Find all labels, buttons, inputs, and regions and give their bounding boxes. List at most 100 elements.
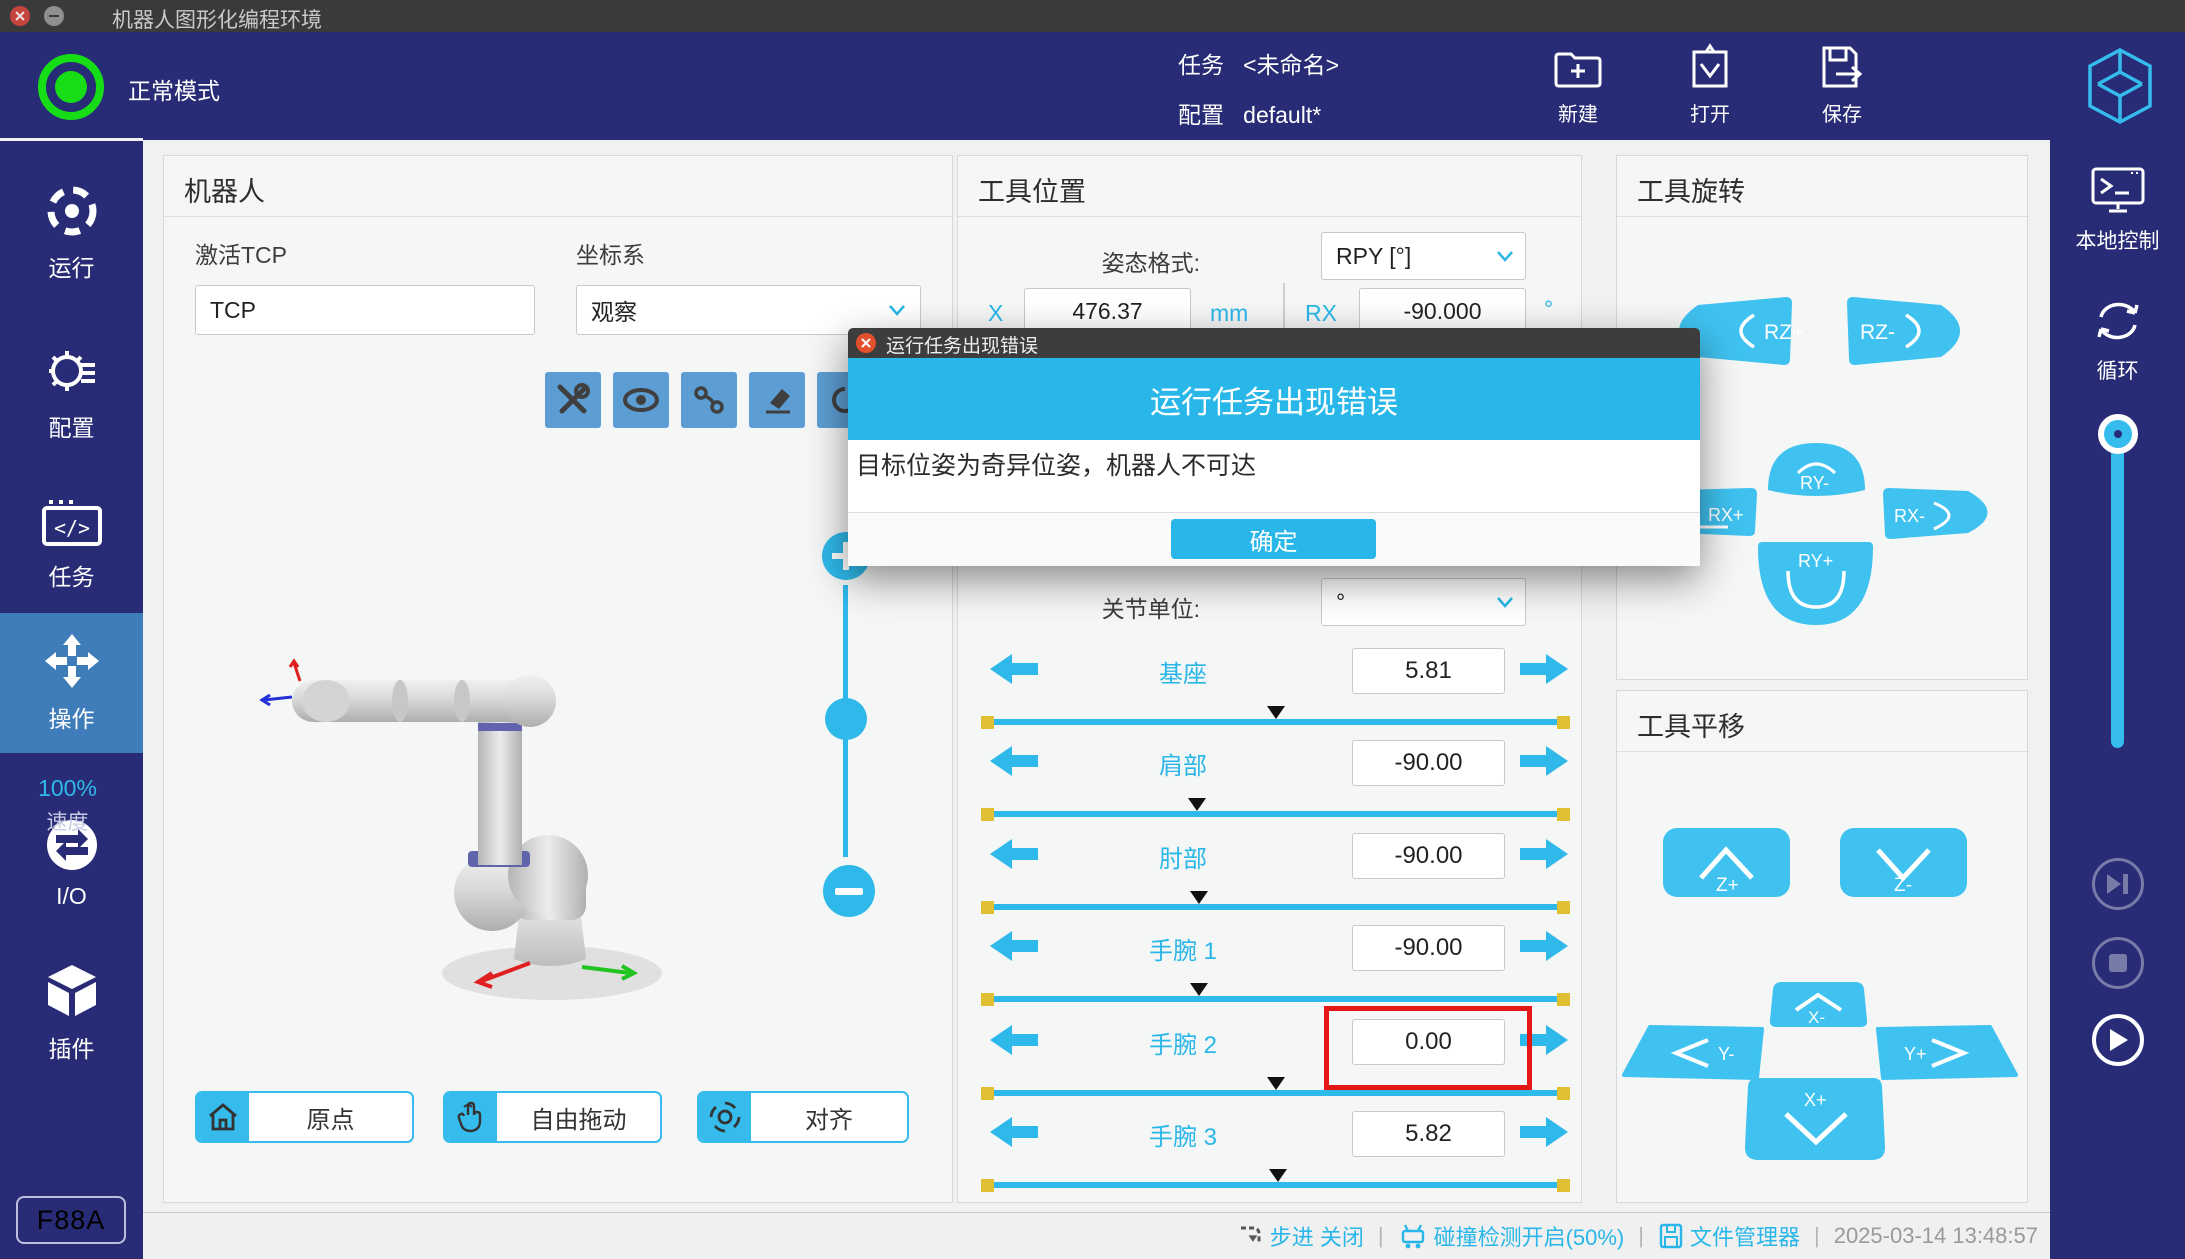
x-minus-button[interactable]: X- — [1770, 982, 1867, 1027]
collision-status[interactable]: 碰撞检测开启(50%) — [1398, 1220, 1625, 1252]
freedrive-button[interactable]: 自由拖动 — [443, 1091, 662, 1143]
move-arrows-icon — [43, 632, 101, 690]
pose-format-select[interactable]: RPY [°] — [1321, 232, 1526, 280]
joint-plus-arrow[interactable] — [1520, 837, 1568, 871]
ry-plus-button[interactable]: RY+ — [1758, 542, 1873, 625]
joint-slider-track[interactable] — [983, 811, 1568, 817]
joint-value-input[interactable]: 5.81 — [1352, 648, 1505, 694]
file-manager-link[interactable]: 文件管理器 — [1658, 1220, 1800, 1252]
view-zoom-handle[interactable] — [825, 698, 867, 740]
joint-slider[interactable] — [983, 806, 1568, 822]
open-task-button[interactable]: 打开 — [1655, 42, 1765, 127]
speed-label: 速度 — [0, 806, 135, 836]
z-minus-button[interactable]: Z- — [1840, 828, 1967, 897]
view-tools-button[interactable] — [545, 372, 601, 428]
loop-button[interactable]: 循环 — [2050, 295, 2185, 385]
joint-slider-track[interactable] — [983, 1182, 1568, 1188]
badge-char: 8 — [70, 1205, 86, 1236]
x-plus-button[interactable]: X+ — [1745, 1078, 1885, 1160]
y-minus-button[interactable]: Y- — [1624, 1027, 1762, 1078]
joint-minus-arrow[interactable] — [990, 1023, 1038, 1057]
svg-text:X-: X- — [1808, 1008, 1825, 1027]
joint-plus-arrow[interactable] — [1520, 652, 1568, 686]
sidebar-label: 插件 — [49, 1030, 95, 1064]
joint-slider-end — [981, 1179, 994, 1192]
z-plus-button[interactable]: Z+ — [1663, 828, 1790, 897]
joint-slider-marker[interactable] — [1190, 891, 1208, 904]
joint-slider-track[interactable] — [983, 996, 1568, 1002]
joint-slider-marker[interactable] — [1269, 1169, 1287, 1182]
robot-3d-view[interactable] — [230, 575, 750, 1015]
speed-slider-track[interactable] — [2111, 448, 2124, 748]
dialog-footer: 确定 — [848, 512, 1700, 566]
y-plus-button[interactable]: Y+ — [1878, 1027, 2016, 1078]
cube-icon — [44, 962, 100, 1020]
speed-slider-handle[interactable] — [2098, 414, 2138, 454]
tcp-input[interactable] — [195, 285, 535, 335]
play-button[interactable] — [2092, 1014, 2144, 1066]
path-points-icon — [692, 383, 726, 417]
new-task-button[interactable]: 新建 — [1523, 42, 1633, 127]
joint-minus-arrow[interactable] — [990, 1115, 1038, 1149]
run-icon — [44, 183, 100, 239]
joint-minus-arrow[interactable] — [990, 929, 1038, 963]
joint-plus-arrow[interactable] — [1520, 744, 1568, 778]
joint-minus-arrow[interactable] — [990, 744, 1038, 778]
local-control-button[interactable]: 本地控制 — [2050, 165, 2185, 255]
view-erase-button[interactable] — [749, 372, 805, 428]
save-task-button[interactable]: 保存 — [1787, 42, 1897, 127]
sidebar-item-task[interactable]: </> 任务 — [0, 475, 143, 615]
stop-button[interactable] — [2092, 937, 2144, 989]
config-value: default* — [1243, 102, 1321, 128]
step-status[interactable]: 步进 关闭 — [1238, 1220, 1364, 1252]
joint-value-input[interactable]: -90.00 — [1352, 740, 1505, 786]
joint-slider-track[interactable] — [983, 719, 1568, 725]
joint-unit-select[interactable]: ° — [1321, 578, 1526, 626]
robot-model-badge[interactable]: F 8 8 A — [16, 1196, 126, 1244]
view-visibility-button[interactable] — [613, 372, 669, 428]
view-trajectory-button[interactable] — [681, 372, 737, 428]
ry-minus-button[interactable]: RY- — [1768, 443, 1865, 496]
window-close-icon[interactable] — [10, 6, 30, 26]
joint-slider-track[interactable] — [983, 1090, 1568, 1096]
play-icon — [2106, 1027, 2130, 1053]
joint-slider-marker[interactable] — [1267, 1077, 1285, 1090]
joint-slider-marker[interactable] — [1267, 706, 1285, 719]
joint-slider-end — [1557, 993, 1570, 1006]
joint-slider-track[interactable] — [983, 904, 1568, 910]
dialog-ok-button[interactable]: 确定 — [1171, 519, 1376, 559]
joint-slider-marker[interactable] — [1188, 798, 1206, 811]
rz-minus-button[interactable]: RZ- — [1847, 297, 1960, 365]
open-icon — [1684, 42, 1736, 98]
window-minimize-icon[interactable] — [44, 6, 64, 26]
joint-value-input[interactable]: -90.00 — [1352, 833, 1505, 879]
joint-slider-marker[interactable] — [1190, 983, 1208, 996]
joint-minus-arrow[interactable] — [990, 837, 1038, 871]
joint-plus-arrow[interactable] — [1520, 929, 1568, 963]
joint-slider[interactable] — [983, 991, 1568, 1007]
joint-minus-arrow[interactable] — [990, 652, 1038, 686]
view-zoom-out-button[interactable] — [823, 865, 875, 917]
joint-slider[interactable] — [983, 899, 1568, 915]
sidebar-item-plugin[interactable]: 插件 — [0, 943, 143, 1083]
sidebar-item-operate[interactable]: 操作 — [0, 613, 143, 753]
joint-slider[interactable] — [983, 1177, 1568, 1193]
step-mode-icon — [1238, 1223, 1264, 1249]
dialog-titlebar[interactable]: 运行任务出现错误 — [848, 328, 1700, 358]
file-manager-icon — [1658, 1222, 1684, 1250]
joint-value-input[interactable]: 5.82 — [1352, 1111, 1505, 1157]
home-button[interactable]: 原点 — [195, 1091, 414, 1143]
x-unit-label: mm — [1210, 300, 1248, 327]
sidebar-item-run[interactable]: 运行 — [0, 163, 143, 303]
joint-plus-arrow[interactable] — [1520, 1115, 1568, 1149]
joint-value-input[interactable]: -90.00 — [1352, 925, 1505, 971]
step-forward-button[interactable] — [2092, 858, 2144, 910]
svg-text:RZ-: RZ- — [1860, 321, 1895, 344]
align-button[interactable]: 对齐 — [697, 1091, 909, 1143]
divider: | — [1814, 1223, 1820, 1249]
joint-slider[interactable] — [983, 714, 1568, 730]
dialog-close-icon[interactable] — [856, 333, 876, 353]
divider — [958, 216, 1581, 217]
sidebar-item-config[interactable]: 配置 — [0, 323, 143, 463]
rx-minus-button[interactable]: RX- — [1883, 488, 1988, 539]
